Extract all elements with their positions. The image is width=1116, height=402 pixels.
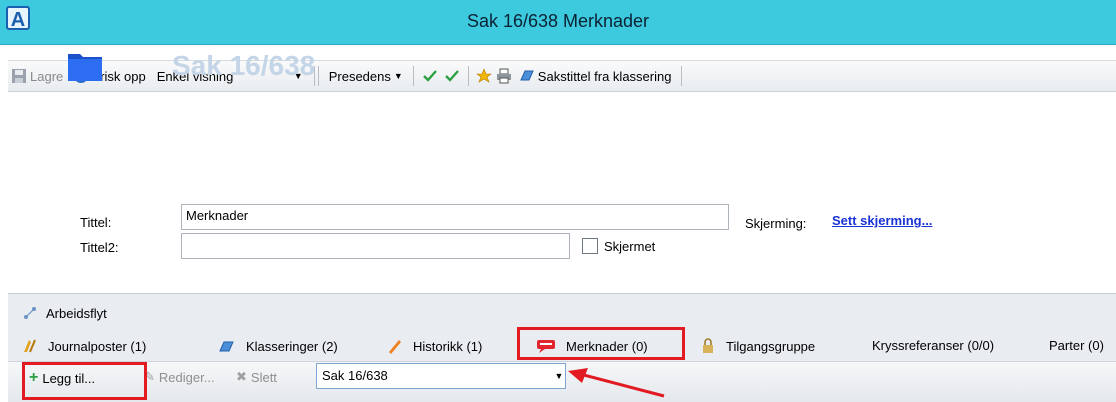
title-bar: A Sak 16/638 Merknader — [0, 0, 1116, 45]
toolbar-divider — [317, 66, 319, 86]
title2-label: Tittel2: — [80, 240, 119, 255]
save-button[interactable]: Lagre — [8, 68, 66, 84]
case-select-value: Sak 16/638 — [322, 368, 388, 383]
screened-checkbox[interactable] — [582, 238, 598, 254]
tab-access-group[interactable]: Tilgangsgruppe — [700, 338, 815, 354]
set-screening-link[interactable]: Sett skjerming... — [832, 213, 932, 228]
toolbar-divider — [681, 66, 683, 86]
delete-button[interactable]: ✖ Slett — [236, 369, 277, 385]
approve-all-check-icon[interactable] — [443, 68, 461, 84]
journal-icon — [24, 339, 36, 353]
toolbar-divider — [412, 66, 414, 86]
tab-label: Tilgangsgruppe — [726, 338, 816, 354]
favorite-star-icon[interactable] — [475, 68, 492, 84]
workflow-icon — [24, 307, 36, 319]
case-header — [8, 92, 1116, 292]
pencil-icon: ✎ — [144, 369, 155, 384]
screening-label: Skjerming: — [745, 216, 807, 231]
chevron-down-icon: ▼ — [393, 71, 403, 81]
tab-label: Klasseringer (2) — [246, 338, 338, 354]
tab-journal-posts[interactable]: Journalposter (1) — [22, 338, 146, 354]
screened-label: Skjermet — [604, 239, 656, 254]
classification-icon — [520, 70, 534, 81]
tab-label: Historikk (1) — [413, 338, 483, 354]
folder-icon — [68, 54, 102, 81]
tab-label: Journalposter (1) — [48, 338, 147, 354]
title2-field[interactable] — [181, 233, 570, 259]
precedence-label: Presedens — [328, 68, 391, 84]
workflow-item[interactable]: Arbeidsflyt — [22, 305, 107, 321]
classification-icon — [219, 341, 234, 352]
plus-icon: + — [29, 369, 39, 386]
case-heading: Sak 16/638 — [172, 50, 316, 81]
print-icon[interactable] — [496, 68, 512, 84]
comment-icon — [537, 340, 555, 353]
history-icon — [389, 340, 401, 354]
toolbar-divider — [467, 66, 469, 86]
chevron-down-icon: ▼ — [554, 371, 564, 381]
annotation-arrow-icon — [568, 368, 665, 398]
case-title-from-classification-label: Sakstittel fra klassering — [537, 68, 672, 84]
save-label: Lagre — [30, 68, 64, 84]
edit-label: Rediger... — [158, 369, 215, 385]
title-field[interactable]: Merknader — [181, 204, 729, 230]
case-title-from-classification-button[interactable]: Sakstittel fra klassering — [516, 68, 675, 84]
precedence-button[interactable]: Presedens ▼ — [326, 69, 406, 84]
case-select-dropdown-button[interactable]: ▼ — [553, 364, 565, 388]
tab-label: Merknader (0) — [566, 338, 648, 354]
delete-x-icon: ✖ — [236, 369, 247, 384]
case-select[interactable]: Sak 16/638 — [316, 363, 566, 389]
access-group-icon — [703, 338, 713, 353]
add-button[interactable]: + Legg til... — [29, 369, 95, 387]
workflow-label: Arbeidsflyt — [46, 305, 107, 321]
title-label: Tittel: — [80, 215, 112, 230]
tab-cross-references[interactable]: Kryssreferanser (0/0) — [872, 338, 994, 353]
window-title: Sak 16/638 Merknader — [466, 11, 650, 31]
approve-check-icon[interactable] — [421, 68, 439, 84]
tab-classifications[interactable]: Klasseringer (2) — [216, 338, 338, 354]
add-label: Legg til... — [42, 370, 96, 386]
tab-history[interactable]: Historikk (1) — [387, 338, 482, 354]
edit-button[interactable]: ✎ Rediger... — [144, 369, 215, 385]
tab-label: Parter (0) — [1049, 338, 1104, 353]
tab-parties[interactable]: Parter (0) — [1049, 338, 1104, 353]
tab-comments[interactable]: Merknader (0) — [536, 338, 648, 354]
tab-label: Kryssreferanser (0/0) — [872, 338, 995, 353]
delete-label: Slett — [250, 369, 277, 385]
save-icon — [12, 69, 26, 83]
